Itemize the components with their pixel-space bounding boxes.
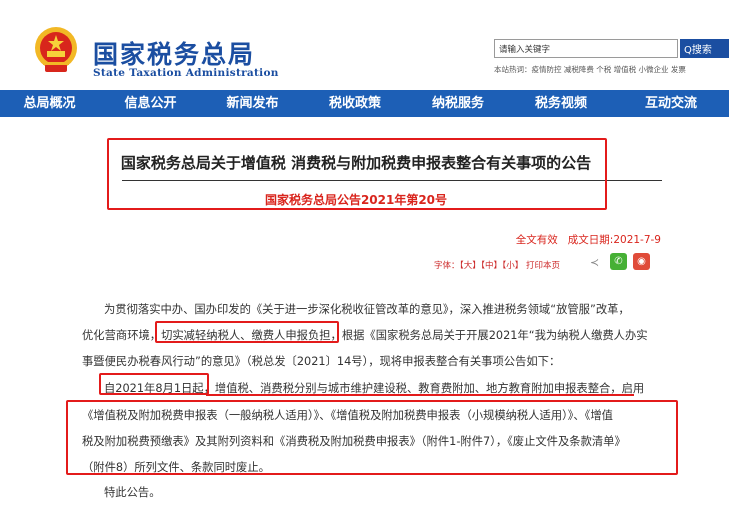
site-logo-subtitle[interactable]: State Taxation Administration <box>93 67 279 79</box>
site-logo-title[interactable]: 国家税务总局 <box>93 35 255 71</box>
search-input[interactable]: 请输入关键字 <box>494 39 678 58</box>
nav-item-video[interactable]: 税务视频 <box>509 90 613 117</box>
paragraph-line: 为贯彻落实中办、国办印发的《关于进一步深化税收征管改革的意见》，深入推进税务领域… <box>104 303 630 316</box>
share-icon[interactable]: ≺ <box>590 256 599 269</box>
paragraph-line: 《增值税及附加税费申报表（一般纳税人适用）》、《增值税及附加税费申报表（小规模纳… <box>82 409 613 422</box>
nav-item-overview[interactable]: 总局概况 <box>0 90 99 117</box>
nav-item-interaction[interactable]: 互动交流 <box>613 90 729 117</box>
document-date: 2021-7-9 <box>613 234 661 246</box>
article-title: 国家税务总局关于增值税 消费税与附加税费申报表整合有关事项的公告 <box>120 154 592 172</box>
title-divider <box>122 180 662 181</box>
validity-status: 全文有效 <box>515 234 558 246</box>
nav-item-info[interactable]: 信息公开 <box>99 90 202 117</box>
weibo-icon[interactable]: ◉ <box>633 253 650 270</box>
main-nav: 总局概况 信息公开 新闻发布 税收政策 纳税服务 税务视频 互动交流 <box>0 90 729 117</box>
font-size-controls[interactable]: 字体：【大】【中】【小】 打印本页 <box>434 259 560 271</box>
paragraph-line: 事暨便民办税春风行动”的意见》（税总发〔2021〕14号），现将申报表整合有关事… <box>82 355 561 368</box>
date-label: 成文日期: <box>567 234 614 246</box>
nav-item-service[interactable]: 纳税服务 <box>407 90 509 117</box>
integration-underline <box>206 394 634 396</box>
site-header: 国家税务总局 State Taxation Administration 请输入… <box>0 0 729 88</box>
paragraph-line: 优化营商环境，切实减轻纳税人、缴费人申报负担，根据《国家税务总局关于开展2021… <box>82 329 648 342</box>
hot-words: 本站热词：疫情防控 减税降费 个税 增值税 小微企业 发票 <box>494 65 686 74</box>
wechat-icon[interactable]: ✆ <box>610 253 627 270</box>
document-number: 国家税务总局公告2021年第20号 <box>264 193 448 207</box>
paragraph-line: 税及附加税费预缴表》及其附列资料和《消费税及附加税费申报表》（附件1-附件7），… <box>82 435 626 448</box>
document-meta: 全文有效 成文日期:2021-7-9 <box>516 232 661 247</box>
nav-item-policy[interactable]: 税收政策 <box>303 90 407 117</box>
national-emblem-icon[interactable] <box>33 26 79 74</box>
search-button[interactable]: Q搜索 <box>680 39 729 58</box>
nav-item-news[interactable]: 新闻发布 <box>202 90 303 117</box>
closing-text: 特此公告。 <box>104 486 161 499</box>
paragraph-line: （附件8）所列文件、条款同时废止。 <box>82 461 270 474</box>
